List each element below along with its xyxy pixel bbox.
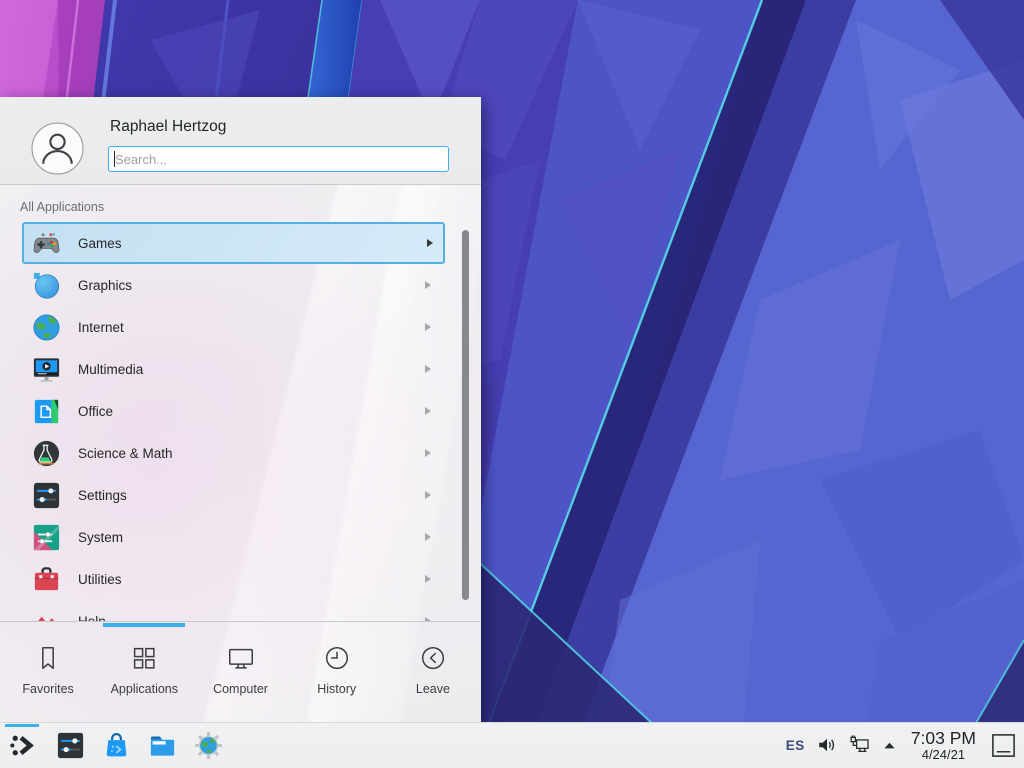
multimedia-icon bbox=[31, 354, 62, 385]
active-task-indicator bbox=[5, 724, 39, 727]
app-category-multimedia[interactable]: Multimedia bbox=[0, 348, 481, 390]
submenu-arrow-icon bbox=[427, 239, 433, 247]
submenu-arrow-icon bbox=[425, 365, 431, 373]
user-name: Raphael Hertzog bbox=[110, 118, 226, 136]
app-category-internet[interactable]: Internet bbox=[0, 306, 481, 348]
clock[interactable]: 7:03 PM 4/24/21 bbox=[911, 729, 976, 761]
utilities-icon bbox=[31, 564, 62, 595]
app-category-games[interactable]: Games bbox=[22, 222, 445, 264]
search-input[interactable] bbox=[108, 146, 449, 172]
submenu-arrow-icon bbox=[425, 449, 431, 457]
submenu-arrow-icon bbox=[425, 281, 431, 289]
tab-label: Computer bbox=[213, 682, 268, 696]
app-category-label: Internet bbox=[78, 320, 425, 335]
app-category-label: Office bbox=[78, 404, 425, 419]
clock-date: 4/24/21 bbox=[911, 748, 976, 762]
application-launcher-button[interactable] bbox=[4, 723, 40, 768]
submenu-arrow-icon bbox=[425, 323, 431, 331]
app-category-label: Settings bbox=[78, 488, 425, 503]
system-settings-icon[interactable] bbox=[55, 730, 86, 761]
app-category-settings[interactable]: Settings bbox=[0, 474, 481, 516]
history-icon bbox=[322, 643, 352, 673]
file-manager-icon[interactable] bbox=[147, 730, 178, 761]
application-category-list: Games Graphics Internet Multimedia Office Sci… bbox=[0, 222, 481, 621]
internet-icon bbox=[31, 312, 62, 343]
tab-label: Favorites bbox=[22, 682, 73, 696]
kde-launcher-icon bbox=[7, 730, 38, 761]
submenu-arrow-icon bbox=[425, 575, 431, 583]
app-category-graphics[interactable]: Graphics bbox=[0, 264, 481, 306]
clock-time: 7:03 PM bbox=[911, 729, 976, 747]
computer-icon bbox=[226, 643, 256, 673]
desktop: Raphael Hertzog All Applications Games Gr… bbox=[0, 0, 1024, 768]
active-tab-indicator bbox=[103, 623, 185, 627]
settings-icon bbox=[31, 480, 62, 511]
launcher-tab-bar: Favorites Applications Computer History Leav… bbox=[0, 621, 481, 722]
favorites-icon bbox=[33, 643, 63, 673]
network-icon[interactable] bbox=[849, 734, 871, 756]
keyboard-layout-indicator[interactable]: ES bbox=[786, 738, 805, 753]
app-category-label: Utilities bbox=[78, 572, 425, 587]
app-category-label: Help bbox=[78, 614, 425, 622]
app-category-label: Multimedia bbox=[78, 362, 425, 377]
tab-label: Leave bbox=[416, 682, 450, 696]
volume-icon[interactable] bbox=[816, 734, 838, 756]
application-launcher-menu: Raphael Hertzog All Applications Games Gr… bbox=[0, 97, 481, 722]
taskbar: ES 7:03 PM 4/24/21 bbox=[0, 722, 1024, 768]
tab-label: History bbox=[317, 682, 356, 696]
tab-label: Applications bbox=[111, 682, 178, 696]
app-category-office[interactable]: Office bbox=[0, 390, 481, 432]
section-label: All Applications bbox=[20, 200, 104, 214]
system-tray: ES 7:03 PM 4/24/21 bbox=[786, 729, 1024, 761]
expand-tray-arrow-icon[interactable] bbox=[882, 738, 897, 753]
tab-history[interactable]: History bbox=[289, 622, 385, 722]
launcher-header: Raphael Hertzog bbox=[0, 97, 481, 185]
tab-applications[interactable]: Applications bbox=[96, 622, 192, 722]
search-field[interactable] bbox=[108, 146, 449, 172]
graphics-icon bbox=[31, 270, 62, 301]
system-icon bbox=[31, 522, 62, 553]
app-category-utilities[interactable]: Utilities bbox=[0, 558, 481, 600]
office-icon bbox=[31, 396, 62, 427]
app-category-label: Graphics bbox=[78, 278, 425, 293]
app-category-label: System bbox=[78, 530, 425, 545]
applications-icon bbox=[129, 643, 159, 673]
tab-leave[interactable]: Leave bbox=[385, 622, 481, 722]
pinned-tasks bbox=[55, 730, 224, 761]
app-category-help[interactable]: Help bbox=[0, 600, 481, 621]
submenu-arrow-icon bbox=[425, 533, 431, 541]
app-category-system[interactable]: System bbox=[0, 516, 481, 558]
app-category-label: Games bbox=[78, 236, 427, 251]
submenu-arrow-icon bbox=[425, 491, 431, 499]
tab-favorites[interactable]: Favorites bbox=[0, 622, 96, 722]
text-caret bbox=[114, 151, 115, 167]
submenu-arrow-icon bbox=[425, 407, 431, 415]
science-icon bbox=[31, 438, 62, 469]
discover-icon[interactable] bbox=[101, 730, 132, 761]
web-browser-icon[interactable] bbox=[193, 730, 224, 761]
show-desktop-button[interactable] bbox=[990, 732, 1017, 759]
tab-computer[interactable]: Computer bbox=[192, 622, 288, 722]
user-avatar-icon[interactable] bbox=[31, 122, 84, 175]
app-category-science-math[interactable]: Science & Math bbox=[0, 432, 481, 474]
leave-icon bbox=[418, 643, 448, 673]
scrollbar[interactable] bbox=[462, 230, 469, 600]
app-category-label: Science & Math bbox=[78, 446, 425, 461]
games-icon bbox=[31, 228, 62, 259]
help-icon bbox=[31, 606, 62, 622]
